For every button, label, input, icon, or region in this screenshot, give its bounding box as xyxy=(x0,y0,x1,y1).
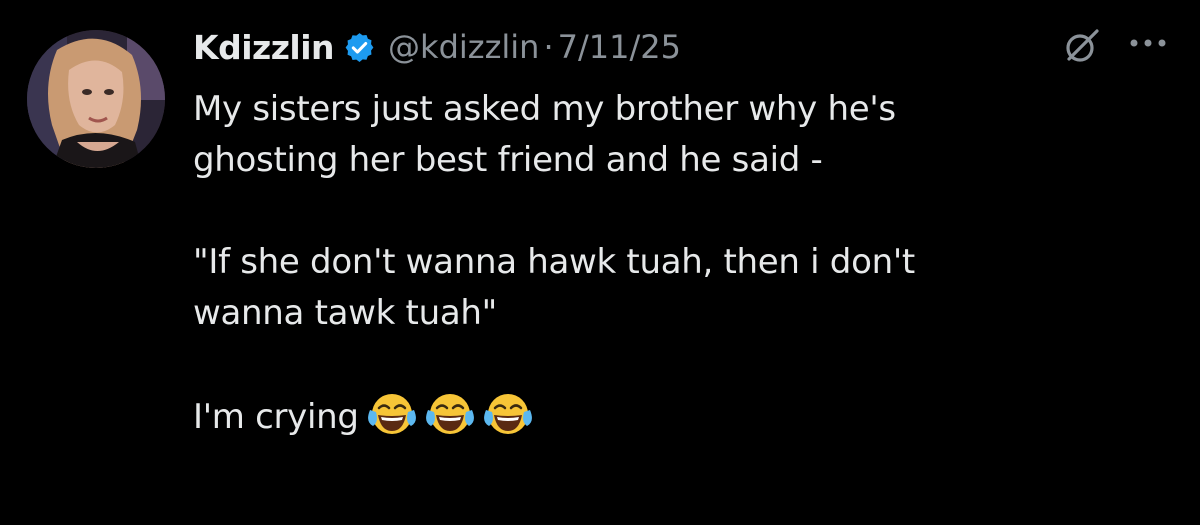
post-date[interactable]: 7/11/25 xyxy=(558,28,681,66)
display-name[interactable]: Kdizzlin xyxy=(193,28,335,67)
face-with-tears-of-joy-icon xyxy=(483,390,533,438)
tweet-line: I'm crying xyxy=(193,397,359,437)
tweet-line: "If she don't wanna hawk tuah, then i do… xyxy=(193,242,915,282)
line-break xyxy=(193,339,1153,390)
grok-icon[interactable] xyxy=(1063,27,1101,65)
tweet-header: Kdizzlin @kdizzlin · 7/11/25 xyxy=(193,22,681,72)
line-break xyxy=(193,186,1153,237)
verified-badge-icon[interactable] xyxy=(343,31,376,64)
face-with-tears-of-joy-icon xyxy=(367,390,417,438)
separator-dot: · xyxy=(543,28,554,66)
face-with-tears-of-joy-icon xyxy=(425,390,475,438)
tweet-line: ghosting her best friend and he said - xyxy=(193,140,823,180)
tweet-card[interactable]: Kdizzlin @kdizzlin · 7/11/25 My sisters … xyxy=(0,0,1200,525)
handle[interactable]: @kdizzlin xyxy=(388,28,539,66)
more-options-icon[interactable] xyxy=(1126,33,1170,53)
tweet-line: My sisters just asked my brother why he'… xyxy=(193,89,896,129)
tweet-text: My sisters just asked my brother why he'… xyxy=(193,84,1153,441)
tweet-line: wanna tawk tuah" xyxy=(193,293,497,333)
tweet-last-line: I'm crying xyxy=(193,390,1153,441)
avatar[interactable] xyxy=(27,30,165,168)
